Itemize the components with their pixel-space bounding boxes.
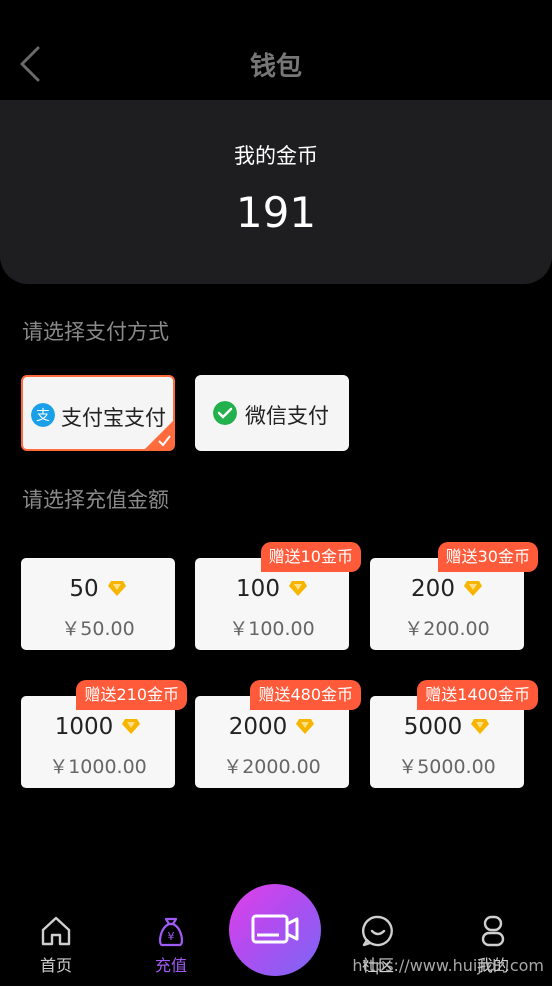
money-bag-icon: ¥ xyxy=(158,917,184,947)
video-icon xyxy=(251,914,299,944)
profile-icon xyxy=(481,915,505,947)
svg-text:¥: ¥ xyxy=(168,930,175,943)
wechat-pay-label: 微信支付 xyxy=(245,404,329,428)
alipay-option[interactable]: 支 支付宝支付 xyxy=(21,375,175,451)
price-label: ￥2000.00 xyxy=(223,756,321,778)
balance-card: 我的金币 191 xyxy=(0,100,552,284)
bonus-badge: 赠送10金币 xyxy=(260,542,361,572)
home-icon xyxy=(41,916,71,946)
coin-amount: 1000 xyxy=(54,714,114,740)
price-label: ￥100.00 xyxy=(229,618,315,640)
recharge-option-5000[interactable]: 5000 ￥5000.00 赠送1400金币 xyxy=(370,680,538,788)
watermark: https://www.huijidz.com xyxy=(352,956,544,975)
coin-amount: 5000 xyxy=(403,714,463,740)
tab-recharge[interactable]: ¥ 充值 xyxy=(131,914,211,976)
tab-label: 首页 xyxy=(39,956,72,975)
price-label: ￥50.00 xyxy=(61,618,135,640)
coin-amount: 50 xyxy=(69,576,99,602)
coin-amount: 2000 xyxy=(228,714,288,740)
diamond-icon xyxy=(122,718,141,734)
balance-value: 191 xyxy=(235,188,317,237)
wechat-pay-icon xyxy=(213,401,237,425)
balance-label: 我的金币 xyxy=(234,144,318,168)
tab-home[interactable]: 首页 xyxy=(16,914,96,976)
price-label: ￥5000.00 xyxy=(398,756,496,778)
wechat-pay-option[interactable]: 微信支付 xyxy=(195,375,349,451)
diamond-icon xyxy=(288,580,307,596)
recharge-option-2000[interactable]: 2000 ￥2000.00 赠送480金币 xyxy=(195,680,361,788)
diamond-icon xyxy=(471,718,490,734)
recharge-section-label: 请选择充值金额 xyxy=(22,488,169,512)
selected-check-icon xyxy=(145,421,173,449)
price-label: ￥1000.00 xyxy=(49,756,147,778)
bonus-badge: 赠送480金币 xyxy=(250,680,361,710)
coin-amount: 200 xyxy=(411,576,455,602)
bonus-badge: 赠送30金币 xyxy=(437,542,538,572)
diamond-icon xyxy=(463,580,482,596)
coin-amount: 100 xyxy=(236,576,280,602)
recharge-option-200[interactable]: 200 ￥200.00 赠送30金币 xyxy=(370,542,538,650)
alipay-icon: 支 xyxy=(31,403,55,427)
center-video-button[interactable] xyxy=(229,884,321,976)
bonus-badge: 赠送1400金币 xyxy=(417,680,538,710)
chat-icon xyxy=(362,915,393,947)
payment-section-label: 请选择支付方式 xyxy=(22,320,169,344)
tab-label: 充值 xyxy=(154,956,187,975)
recharge-option-100[interactable]: 100 ￥100.00 赠送10金币 xyxy=(195,542,361,650)
page-title: 钱包 xyxy=(249,52,302,82)
recharge-option-1000[interactable]: 1000 ￥1000.00 赠送210金币 xyxy=(21,680,187,788)
diamond-icon xyxy=(107,580,126,596)
price-label: ￥200.00 xyxy=(404,618,490,640)
top-bar: 钱包 xyxy=(0,0,552,100)
diamond-icon xyxy=(296,718,315,734)
bonus-badge: 赠送210金币 xyxy=(76,680,187,710)
svg-text:支: 支 xyxy=(36,408,50,424)
recharge-option-50[interactable]: 50 ￥50.00 xyxy=(21,558,175,650)
